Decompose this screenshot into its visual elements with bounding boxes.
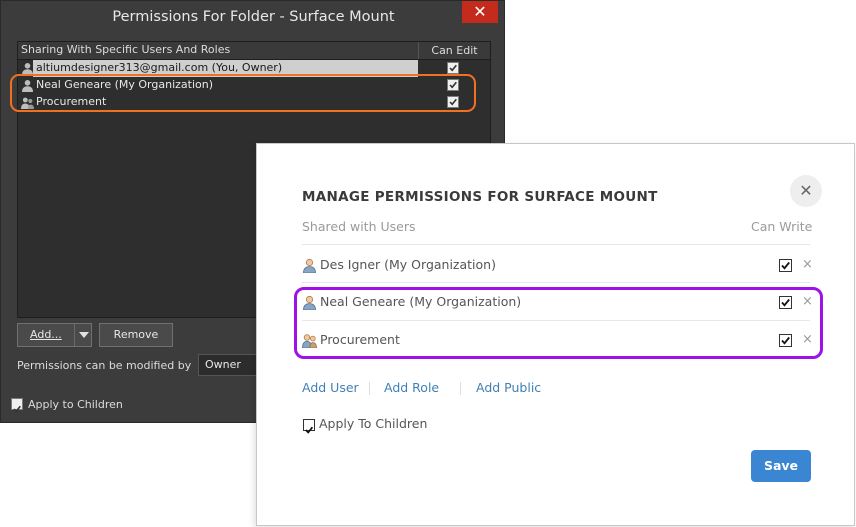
manage-permissions-dialog: MANAGE PERMISSIONS FOR SURFACE MOUNT ✕ S… — [256, 143, 855, 526]
remove-button[interactable]: Remove — [99, 323, 173, 347]
highlight-frame — [10, 74, 476, 112]
close-button[interactable]: ✕ — [462, 1, 498, 23]
column-shared-header: Shared with Users — [302, 219, 416, 234]
split-divider — [74, 324, 75, 346]
column-can-edit-header: Can Edit — [418, 42, 490, 59]
link-divider — [369, 382, 370, 395]
highlight-frame — [294, 287, 823, 359]
column-can-write-header: Can Write — [751, 219, 813, 234]
add-role-link[interactable]: Add Role — [384, 380, 439, 395]
add-button[interactable]: Add... — [17, 323, 92, 347]
chevron-down-icon[interactable] — [79, 332, 89, 338]
add-public-link[interactable]: Add Public — [476, 380, 541, 395]
user-row: Des Igner (My Organization) × — [302, 252, 813, 282]
save-button[interactable]: Save — [751, 450, 811, 482]
can-edit-checkbox[interactable] — [447, 62, 459, 74]
add-button-label: Add... — [30, 328, 62, 341]
link-divider — [460, 382, 461, 395]
dialog-title: MANAGE PERMISSIONS FOR SURFACE MOUNT — [302, 189, 658, 205]
list-header: Sharing With Specific Users And Roles Ca… — [18, 42, 490, 60]
dialog-title: Permissions For Folder - Surface Mount — [112, 9, 395, 25]
user-icon — [303, 258, 316, 273]
add-user-link[interactable]: Add User — [302, 380, 359, 395]
apply-to-children-checkbox[interactable] — [11, 398, 23, 413]
user-name: Des Igner (My Organization) — [320, 257, 496, 272]
row-name: altiumdesigner313@gmail.com (You, Owner) — [36, 61, 283, 74]
apply-to-children-label: Apply to Children — [28, 398, 123, 411]
column-sharing-header: Sharing With Specific Users And Roles — [21, 43, 231, 56]
remove-user-icon[interactable]: × — [802, 257, 813, 272]
row-divider — [302, 282, 810, 283]
permissions-modified-label: Permissions can be modified by — [17, 359, 192, 372]
apply-to-children-checkbox[interactable] — [303, 419, 315, 434]
apply-to-children-label: Apply To Children — [319, 416, 428, 431]
row-divider — [302, 244, 810, 245]
close-button[interactable]: ✕ — [790, 175, 822, 207]
can-write-checkbox[interactable] — [779, 259, 792, 272]
